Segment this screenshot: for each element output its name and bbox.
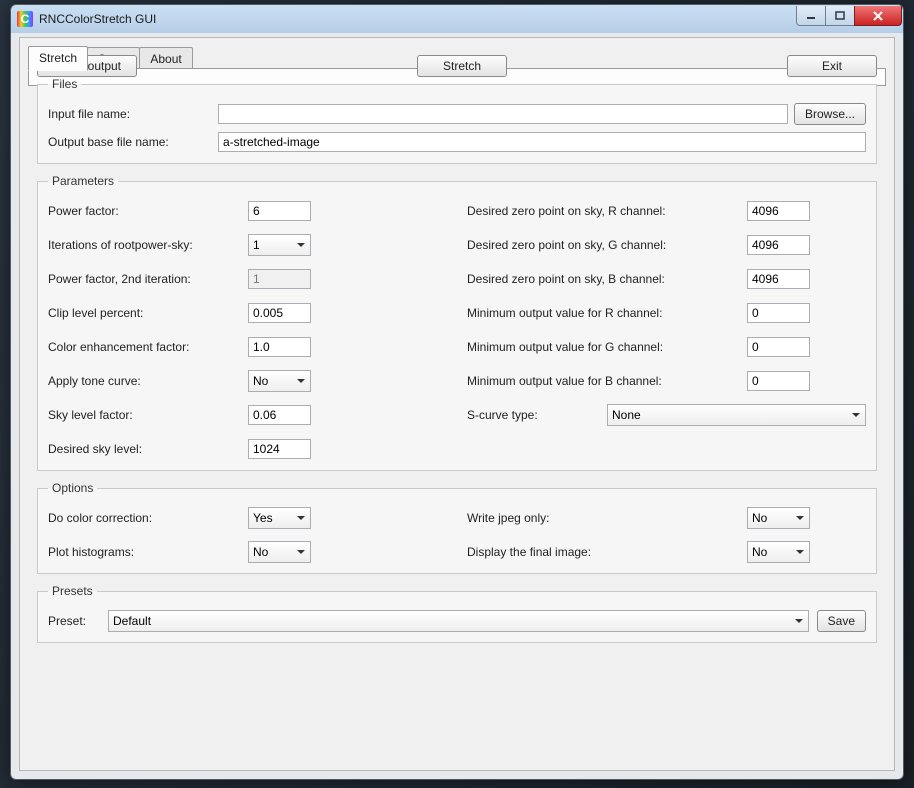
color-corr-label: Do color correction:: [48, 511, 248, 525]
iterations-select[interactable]: 1: [248, 234, 311, 256]
input-file-label: Input file name:: [48, 107, 218, 121]
minimize-button[interactable]: [796, 6, 826, 26]
power-factor2-label: Power factor, 2nd iteration:: [48, 272, 248, 286]
group-options: Options Do color correction: Yes Plot hi…: [37, 481, 877, 574]
min-b-field[interactable]: [747, 371, 810, 391]
sky-factor-label: Sky level factor:: [48, 408, 248, 422]
browse-button[interactable]: Browse...: [794, 103, 866, 125]
output-file-field[interactable]: [218, 132, 866, 152]
bottom-bar: Clean output Stretch Exit: [37, 55, 877, 77]
preset-label: Preset:: [48, 614, 108, 628]
group-presets-legend: Presets: [48, 584, 97, 598]
power-factor-label: Power factor:: [48, 204, 248, 218]
min-b-label: Minimum output value for B channel:: [467, 374, 747, 388]
preset-select[interactable]: Default: [108, 610, 809, 632]
tone-curve-label: Apply tone curve:: [48, 374, 248, 388]
group-presets: Presets Preset: Default Save: [37, 584, 877, 643]
min-r-label: Minimum output value for R channel:: [467, 306, 747, 320]
maximize-icon: [835, 11, 845, 21]
scurve-label: S-curve type:: [467, 408, 607, 422]
stretch-button[interactable]: Stretch: [417, 55, 507, 77]
desired-sky-field[interactable]: [248, 439, 311, 459]
input-file-field[interactable]: [218, 104, 788, 124]
min-g-label: Minimum output value for G channel:: [467, 340, 747, 354]
min-g-field[interactable]: [747, 337, 810, 357]
maximize-button[interactable]: [825, 6, 855, 26]
histograms-select[interactable]: No: [248, 541, 311, 563]
zero-b-label: Desired zero point on sky, B channel:: [467, 272, 747, 286]
group-options-legend: Options: [48, 481, 97, 495]
client-area: Stretch Setup About Files Input file nam…: [19, 37, 895, 771]
minimize-icon: [806, 11, 816, 21]
app-icon: C: [17, 11, 33, 27]
titlebar[interactable]: C RNCColorStretch GUI: [11, 5, 903, 33]
power-factor-field[interactable]: [248, 201, 311, 221]
zero-r-field[interactable]: [747, 201, 810, 221]
zero-g-field[interactable]: [747, 235, 810, 255]
clip-level-label: Clip level percent:: [48, 306, 248, 320]
histograms-label: Plot histograms:: [48, 545, 248, 559]
window-title: RNCColorStretch GUI: [39, 12, 156, 26]
tab-stretch[interactable]: Stretch: [28, 46, 88, 71]
output-file-label: Output base file name:: [48, 135, 218, 149]
close-icon: [872, 11, 884, 21]
zero-b-field[interactable]: [747, 269, 810, 289]
tab-container: Stretch Setup About Files Input file nam…: [20, 38, 894, 71]
close-button[interactable]: [854, 6, 902, 26]
group-parameters: Parameters Power factor: Iterations of r…: [37, 174, 877, 471]
exit-button[interactable]: Exit: [787, 55, 877, 77]
tabpage-stretch: Files Input file name: Browse... Output …: [28, 68, 886, 86]
display-label: Display the final image:: [467, 545, 747, 559]
clip-level-field[interactable]: [248, 303, 311, 323]
color-corr-select[interactable]: Yes: [248, 507, 311, 529]
group-files-legend: Files: [48, 77, 81, 91]
save-preset-button[interactable]: Save: [817, 610, 866, 632]
iterations-label: Iterations of rootpower-sky:: [48, 238, 248, 252]
power-factor2-field: [248, 269, 311, 289]
app-window: C RNCColorStretch GUI Stretch Setup Abou…: [10, 4, 904, 780]
group-files: Files Input file name: Browse... Output …: [37, 77, 877, 164]
display-select[interactable]: No: [747, 541, 810, 563]
min-r-field[interactable]: [747, 303, 810, 323]
tone-curve-select[interactable]: No: [248, 370, 311, 392]
zero-g-label: Desired zero point on sky, G channel:: [467, 238, 747, 252]
zero-r-label: Desired zero point on sky, R channel:: [467, 204, 747, 218]
sky-factor-field[interactable]: [248, 405, 311, 425]
color-enh-field[interactable]: [248, 337, 311, 357]
jpeg-label: Write jpeg only:: [467, 511, 747, 525]
scurve-select[interactable]: None: [607, 404, 866, 426]
jpeg-select[interactable]: No: [747, 507, 810, 529]
desired-sky-label: Desired sky level:: [48, 442, 248, 456]
group-parameters-legend: Parameters: [48, 174, 118, 188]
color-enh-label: Color enhancement factor:: [48, 340, 248, 354]
